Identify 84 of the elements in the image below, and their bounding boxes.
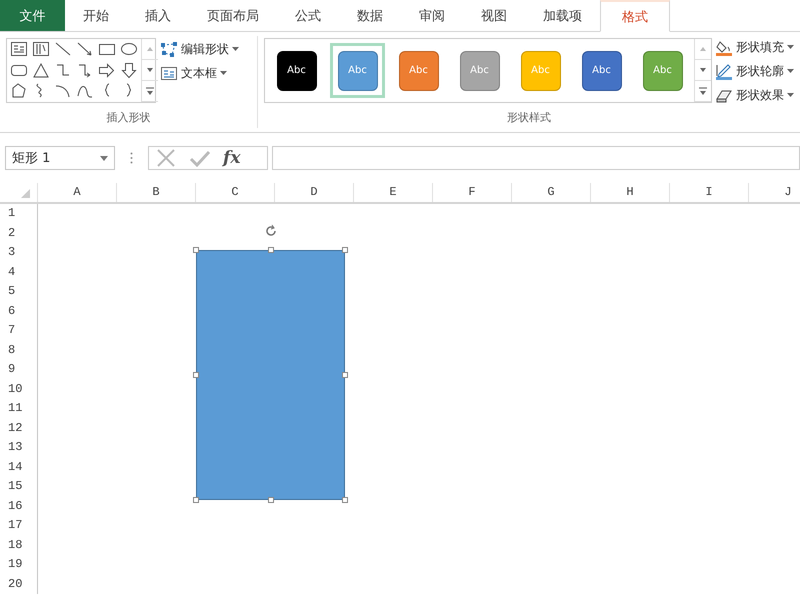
row-header[interactable]: 20 <box>0 574 37 594</box>
text-box-icon <box>160 64 178 82</box>
column-header[interactable]: I <box>669 183 748 202</box>
ribbon-tab[interactable]: 加载项 <box>525 0 600 31</box>
caret-icon <box>787 69 794 73</box>
group-label: 形状样式 <box>506 110 552 126</box>
name-box[interactable]: 矩形 1 <box>5 146 115 170</box>
row-header[interactable]: 17 <box>0 516 37 536</box>
ribbon-tab[interactable]: 插入 <box>127 0 189 31</box>
row-header[interactable]: 7 <box>0 321 37 340</box>
ribbon-tab[interactable]: 公式 <box>277 0 339 31</box>
column-header[interactable]: C <box>195 183 274 202</box>
resize-handle[interactable] <box>342 247 348 253</box>
grip-icon <box>130 152 133 164</box>
resize-handle[interactable] <box>268 247 274 253</box>
insert-function-button[interactable]: fx <box>223 148 240 168</box>
resize-handle[interactable] <box>268 497 274 503</box>
column-header[interactable]: D <box>274 183 353 202</box>
row-header[interactable]: 16 <box>0 496 37 516</box>
row-header[interactable]: 18 <box>0 536 37 555</box>
column-header[interactable]: A <box>37 183 116 202</box>
row-header[interactable]: 13 <box>0 438 37 458</box>
resize-handle[interactable] <box>193 247 199 253</box>
ribbon-tab[interactable]: 视图 <box>463 0 525 31</box>
style-option[interactable]: Abc <box>269 43 324 98</box>
ribbon-tab[interactable]: 页面布局 <box>189 0 277 31</box>
ribbon-button[interactable]: 形状效果 <box>715 86 794 104</box>
rotate-handle-icon[interactable] <box>264 224 278 238</box>
style-option[interactable]: Abc <box>574 43 629 98</box>
ribbon-button[interactable]: 形状轮廓 <box>715 62 794 80</box>
row-header[interactable]: 6 <box>0 302 37 321</box>
row-header[interactable]: 3 <box>0 243 37 262</box>
ribbon-tab[interactable]: 开始 <box>65 0 127 31</box>
caret-icon <box>232 47 239 51</box>
row-header[interactable]: 1 <box>0 204 37 224</box>
down-arrow-icon[interactable] <box>120 62 138 79</box>
caret-icon <box>787 45 794 49</box>
style-swatch[interactable]: Abc <box>276 50 316 90</box>
arrow-icon[interactable] <box>76 41 94 58</box>
oval-icon[interactable] <box>120 41 138 58</box>
ribbon-tab[interactable]: 文件 <box>0 0 65 31</box>
vertical-text-box-icon[interactable] <box>32 41 50 58</box>
style-swatch[interactable]: Abc <box>582 50 622 90</box>
caret-icon <box>220 71 227 75</box>
resize-handle[interactable] <box>342 497 348 503</box>
caret-icon <box>100 156 108 160</box>
row-header[interactable]: 8 <box>0 340 37 360</box>
row-header[interactable]: 2 <box>0 224 37 243</box>
column-header[interactable]: E <box>353 183 432 202</box>
column-header[interactable]: G <box>511 183 590 202</box>
row-header[interactable]: 5 <box>0 282 37 302</box>
column-header[interactable]: J <box>748 183 800 202</box>
text-box-icon[interactable] <box>10 41 28 58</box>
column-header[interactable]: H <box>590 183 669 202</box>
ribbon-button[interactable]: 形状填充 <box>715 38 794 56</box>
row-header[interactable]: 15 <box>0 477 37 496</box>
group-label: 插入形状 <box>106 110 152 126</box>
ribbon-button[interactable]: 文本框 <box>160 64 239 82</box>
edit-points-icon <box>160 40 178 58</box>
row-header[interactable]: 11 <box>0 399 37 418</box>
resize-handle[interactable] <box>193 372 199 378</box>
row-header[interactable]: 9 <box>0 360 37 380</box>
ribbon-button[interactable]: 编辑形状 <box>160 40 239 58</box>
row-header[interactable]: 4 <box>0 262 37 282</box>
caret-icon <box>787 93 794 97</box>
triangle-icon[interactable] <box>32 62 50 79</box>
column-header[interactable]: F <box>432 183 511 202</box>
formula-input[interactable] <box>272 146 800 170</box>
freeform-icon[interactable] <box>10 82 28 100</box>
row-header[interactable]: 19 <box>0 555 37 574</box>
right-arrow-icon[interactable] <box>98 62 116 79</box>
check-icon[interactable] <box>189 149 211 167</box>
ribbon-tab[interactable]: 审阅 <box>401 0 463 31</box>
row-header[interactable]: 10 <box>0 380 37 399</box>
pencil-icon <box>715 62 733 80</box>
paint-bucket-icon <box>715 38 733 56</box>
row-header[interactable]: 12 <box>0 418 37 438</box>
rectangle-icon[interactable] <box>98 41 116 58</box>
row-header[interactable]: 14 <box>0 458 37 477</box>
line-icon[interactable] <box>54 41 72 58</box>
column-header[interactable]: B <box>116 183 195 202</box>
resize-handle[interactable] <box>342 372 348 378</box>
resize-handle[interactable] <box>193 497 199 503</box>
ribbon-tab[interactable]: 数据 <box>339 0 401 31</box>
